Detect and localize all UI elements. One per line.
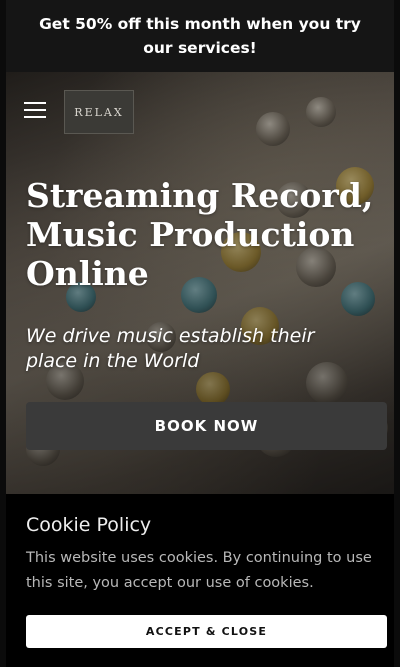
site-logo[interactable]: RELAX xyxy=(64,90,134,134)
promo-text: Get 50% off this month when you try our … xyxy=(39,15,361,57)
hero-subtitle: We drive music establish their place in … xyxy=(26,325,315,372)
page: Get 50% off this month when you try our … xyxy=(6,0,394,667)
cookie-title: Cookie Policy xyxy=(26,514,152,536)
hamburger-menu-icon[interactable] xyxy=(24,102,46,120)
cookie-message: This website uses cookies. By continuing… xyxy=(26,550,372,591)
book-now-button[interactable]: BOOK NOW xyxy=(26,402,387,450)
accept-close-button[interactable]: ACCEPT & CLOSE xyxy=(26,615,387,648)
cookie-banner: Cookie Policy This website uses cookies.… xyxy=(6,494,394,667)
promo-banner: Get 50% off this month when you try our … xyxy=(6,0,394,72)
logo-text: RELAX xyxy=(74,105,124,119)
hero-title: Streaming Record, Music Production Onlin… xyxy=(26,176,374,293)
